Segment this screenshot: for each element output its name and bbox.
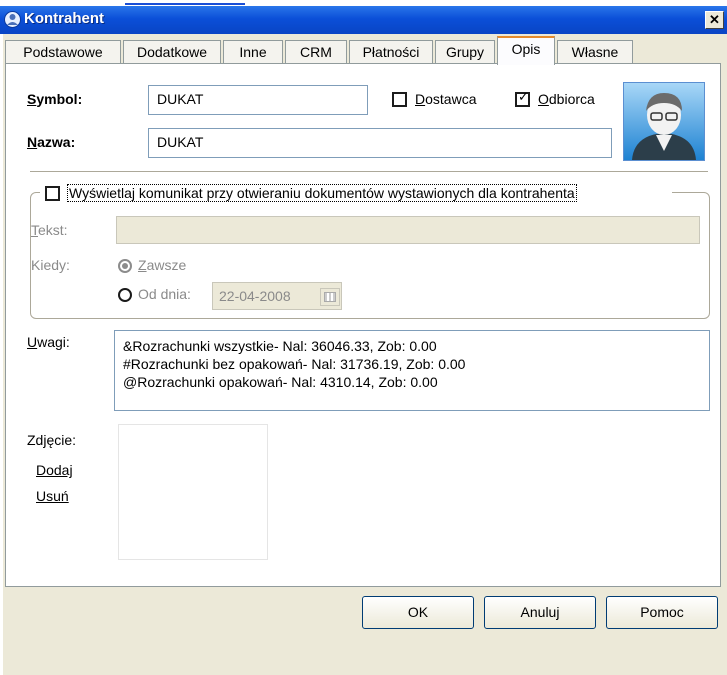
- uwagi-label: Uwagi:: [27, 334, 70, 350]
- person-icon: [632, 93, 696, 160]
- od-dnia-radio[interactable]: [118, 288, 132, 302]
- dostawca-checkbox[interactable]: [392, 92, 407, 107]
- close-icon: ✕: [709, 12, 720, 27]
- symbol-label: Symbol:: [27, 91, 83, 107]
- photo-label: Zdjęcie:: [27, 432, 77, 448]
- uwagi-line: #Rozrachunki bez opakowań- Nal: 31736.19…: [123, 356, 466, 372]
- remove-photo-link[interactable]: Usuń: [36, 488, 69, 504]
- symbol-input[interactable]: DUKAT: [148, 85, 368, 115]
- check-mark-icon: ✓: [518, 90, 529, 105]
- tekst-input[interactable]: [116, 216, 700, 244]
- tab-opis[interactable]: Opis: [497, 36, 555, 65]
- zawsze-label[interactable]: Zawsze: [138, 257, 186, 273]
- dostawca-label[interactable]: Dostawca: [415, 91, 476, 107]
- show-message-label[interactable]: Wyświetlaj komunikat przy otwieraniu dok…: [67, 184, 577, 202]
- contractor-app-icon: [4, 11, 21, 28]
- uwagi-line: @Rozrachunki opakowań- Nal: 4310.14, Zob…: [123, 374, 438, 390]
- tab-crm[interactable]: CRM: [285, 40, 347, 64]
- odbiorca-checkbox[interactable]: ✓: [515, 90, 530, 107]
- tab-dodatkowe[interactable]: Dodatkowe: [123, 40, 221, 64]
- contractor-avatar: [623, 82, 705, 161]
- photo-area[interactable]: [118, 424, 268, 560]
- ok-button[interactable]: OK: [362, 596, 474, 629]
- cancel-button[interactable]: Anuluj: [484, 596, 596, 629]
- message-groupbox: [30, 192, 710, 319]
- uwagi-line: &Rozrachunki wszystkie- Nal: 36046.33, Z…: [123, 338, 437, 354]
- close-button[interactable]: ✕: [705, 11, 724, 29]
- kiedy-label: Kiedy:: [31, 257, 70, 273]
- tab-wlasne[interactable]: Własne: [557, 40, 633, 64]
- calendar-button[interactable]: [320, 288, 340, 306]
- window-title: Kontrahent: [24, 10, 104, 27]
- tab-inne[interactable]: Inne: [223, 40, 283, 64]
- title-bar[interactable]: Kontrahent ✕: [0, 6, 727, 34]
- add-photo-link[interactable]: Dodaj: [36, 462, 73, 478]
- help-button[interactable]: Pomoc: [606, 596, 718, 629]
- tekst-label: Tekst:: [31, 222, 68, 238]
- uwagi-textarea[interactable]: &Rozrachunki wszystkie- Nal: 36046.33, Z…: [114, 330, 710, 411]
- nazwa-input[interactable]: DUKAT: [148, 128, 612, 158]
- nazwa-label: Nazwa:: [27, 134, 76, 150]
- tab-platnosci[interactable]: Płatności: [349, 40, 433, 64]
- zawsze-radio[interactable]: [118, 259, 132, 273]
- tab-grupy[interactable]: Grupy: [435, 40, 495, 64]
- tab-podstawowe[interactable]: Podstawowe: [5, 40, 121, 64]
- od-dnia-label[interactable]: Od dnia:: [138, 286, 191, 302]
- calendar-icon: [324, 292, 336, 302]
- odbiorca-label[interactable]: Odbiorca: [538, 91, 595, 107]
- separator-line: [30, 171, 708, 172]
- show-message-checkbox[interactable]: [45, 186, 60, 201]
- window-left-edge: [0, 34, 3, 675]
